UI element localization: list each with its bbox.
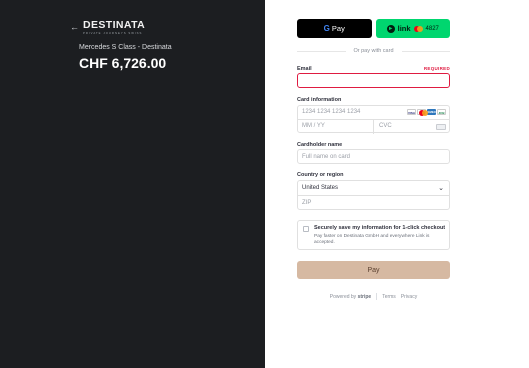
card-info-label: Card information: [297, 97, 342, 103]
address-group: United States ⌄ ZIP: [297, 180, 450, 210]
stripe-logo[interactable]: stripe: [358, 294, 372, 300]
payment-panel: G Pay ▸ link 4827 Or pay with card Email…: [265, 0, 529, 368]
footer: Powered by stripe Terms Privacy: [297, 293, 450, 300]
google-pay-button[interactable]: G Pay: [297, 19, 372, 38]
express-checkout: G Pay ▸ link 4827: [297, 19, 450, 38]
brand-logo: DESTINATA PRIVATE JOURNEYS SWISS: [83, 19, 146, 36]
country-value: United States: [302, 185, 339, 191]
link-label: link: [397, 24, 411, 33]
cvc-placeholder: CVC: [379, 123, 392, 129]
amex-icon: AMEX: [427, 109, 436, 115]
save-info-description: Pay faster on Destinata GmbH and everywh…: [314, 234, 430, 245]
order-summary-panel: ← DESTINATA PRIVATE JOURNEYS SWISS Merce…: [0, 0, 265, 368]
cvc-card-icon: [436, 124, 446, 130]
link-button[interactable]: ▸ link 4827: [375, 19, 450, 38]
chevron-down-icon: ⌄: [438, 185, 444, 192]
card-number-input[interactable]: 1234 1234 1234 1234 VISA AMEX JCB: [298, 106, 449, 120]
card-number-placeholder: 1234 1234 1234 1234: [302, 109, 361, 115]
card-info-group: 1234 1234 1234 1234 VISA AMEX JCB MM / Y…: [297, 105, 450, 134]
zip-input[interactable]: ZIP: [298, 196, 449, 210]
expiry-input[interactable]: MM / YY: [298, 120, 374, 134]
powered-by-label: Powered by: [329, 293, 357, 300]
country-label: Country or region: [297, 172, 344, 178]
email-required-badge: REQUIRED: [423, 66, 450, 71]
mastercard-brand-icon: [417, 109, 428, 116]
country-select[interactable]: United States ⌄: [298, 181, 449, 196]
card-brands: VISA AMEX JCB: [407, 109, 446, 116]
google-pay-label: Pay: [331, 24, 345, 33]
email-field[interactable]: [297, 73, 450, 88]
cardholder-name-label: Cardholder name: [297, 142, 343, 148]
brand-name: DESTINATA: [83, 19, 146, 31]
visa-icon: VISA: [407, 109, 416, 115]
jcb-icon: JCB: [437, 109, 446, 115]
product-name: Mercedes S Class - Destinata: [79, 44, 172, 51]
brand-tagline: PRIVATE JOURNEYS SWISS: [83, 31, 143, 35]
save-info-checkbox[interactable]: [303, 226, 309, 232]
arrow-left-icon[interactable]: ←: [70, 23, 79, 32]
terms-link[interactable]: Terms: [382, 294, 396, 300]
cardholder-name-input[interactable]: Full name on card: [297, 149, 450, 164]
divider-text: Or pay with card: [345, 47, 402, 55]
link-arrow-icon: ▸: [386, 24, 395, 33]
back-link[interactable]: ← DESTINATA PRIVATE JOURNEYS SWISS: [70, 19, 146, 36]
save-info-box: Securely save my information for 1-click…: [297, 220, 450, 250]
or-divider: Or pay with card: [297, 47, 450, 55]
google-icon: G: [323, 24, 330, 33]
mastercard-icon: [413, 25, 423, 32]
total-amount: CHF 6,726.00: [79, 55, 167, 71]
privacy-link[interactable]: Privacy: [401, 294, 417, 300]
cvc-input[interactable]: CVC: [375, 120, 450, 134]
link-card-digits: 4827: [425, 25, 439, 32]
save-info-title: Securely save my information for 1-click…: [314, 225, 446, 231]
pay-button[interactable]: Pay: [297, 261, 450, 279]
email-label: Email: [297, 66, 312, 72]
footer-divider: [376, 293, 378, 300]
powered-by-text: Powered by stripe: [330, 294, 371, 300]
